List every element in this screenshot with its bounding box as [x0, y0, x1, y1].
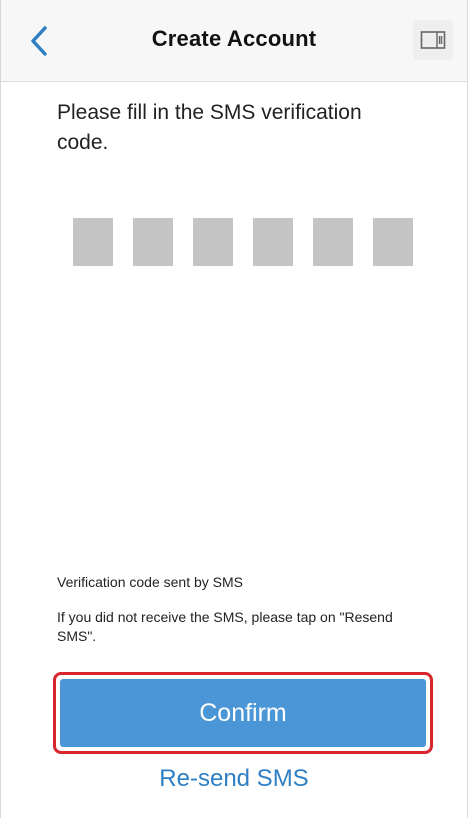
page-title: Create Account [151, 26, 317, 51]
code-digit-box[interactable] [313, 218, 353, 266]
code-digit-box[interactable] [73, 218, 113, 266]
code-digit-box[interactable] [373, 218, 413, 266]
navigation-bar: Create Account [1, 0, 467, 82]
resend-sms-link[interactable]: Re-send SMS [1, 765, 467, 793]
code-digit-box[interactable] [253, 218, 293, 266]
code-digit-box[interactable] [133, 218, 173, 266]
card-view-button[interactable] [413, 20, 453, 60]
confirm-button[interactable]: Confirm [60, 679, 426, 747]
sms-code-prompt: Please fill in the SMS verification code… [57, 101, 362, 154]
verification-code-input[interactable] [73, 218, 413, 266]
resend-hint: If you did not receive the SMS, please t… [57, 609, 393, 644]
id-card-icon [420, 31, 446, 49]
code-sent-notice: Verification code sent by SMS [57, 574, 243, 590]
create-account-screen: Create Account Please fill in the SMS ve… [0, 0, 468, 818]
code-digit-box[interactable] [193, 218, 233, 266]
